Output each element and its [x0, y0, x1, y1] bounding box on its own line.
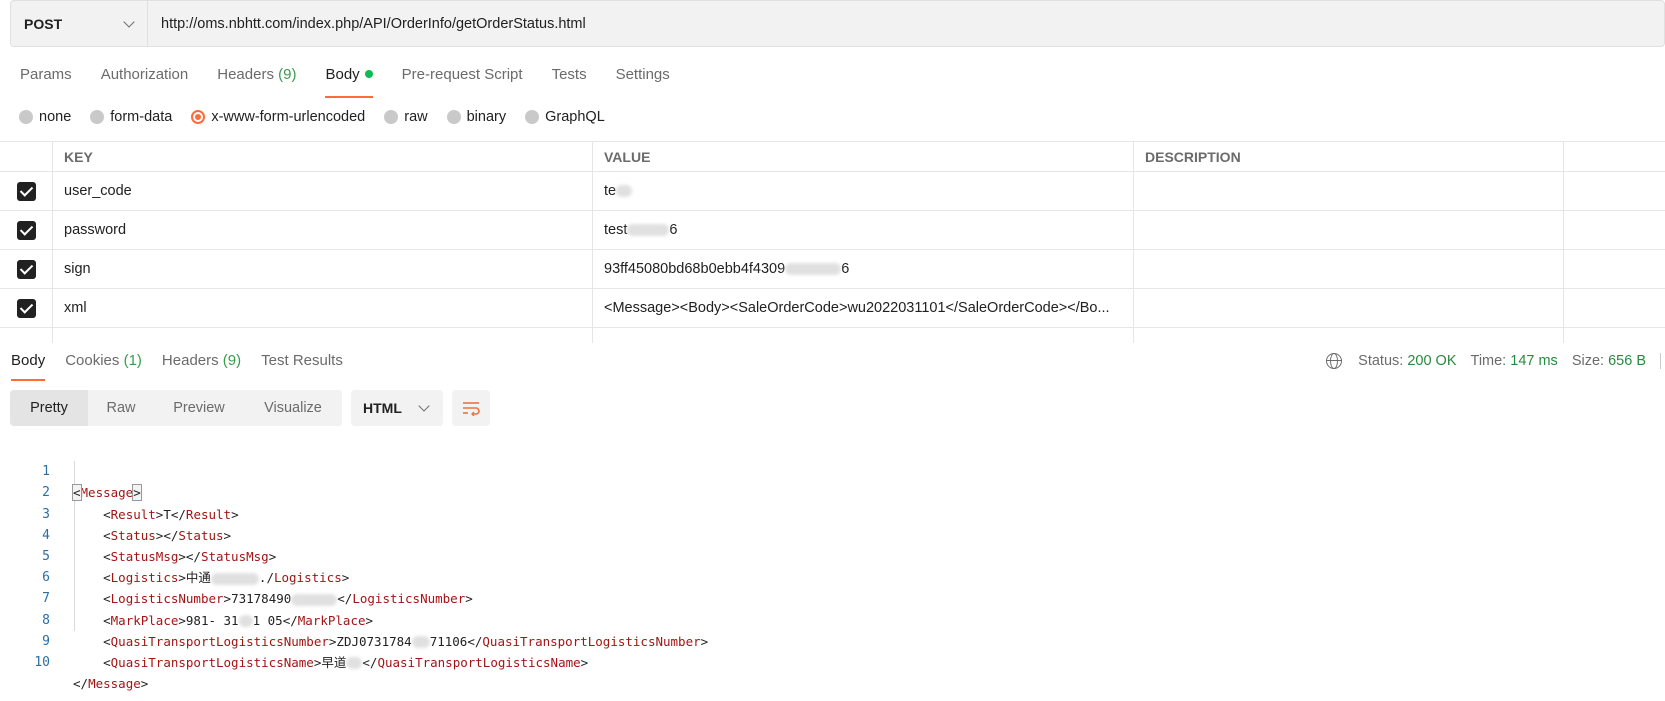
param-key[interactable]: user_code: [53, 172, 593, 210]
radio-binary[interactable]: binary: [446, 109, 506, 125]
line-number: 10: [34, 654, 50, 670]
headers-count: (9): [278, 66, 297, 83]
redaction-blur: [627, 224, 670, 236]
code-line: 4 <StatusMsg></StatusMsg>: [0, 504, 1665, 564]
status-info: Status: 200 OK: [1358, 353, 1457, 369]
radio-circle[interactable]: [525, 110, 540, 124]
view-preview-button[interactable]: Preview: [154, 390, 244, 426]
radio-circle[interactable]: [384, 110, 399, 124]
radio-x-www-form-urlencoded[interactable]: x-www-form-urlencoded: [191, 109, 365, 125]
param-description[interactable]: [1134, 289, 1564, 327]
radio-circle[interactable]: [90, 110, 105, 124]
url-input[interactable]: http://oms.nbhtt.com/index.php/API/Order…: [148, 16, 586, 32]
response-tabs: Body Cookies (1) Headers (9) Test Result…: [11, 352, 363, 381]
table-row: sign 93ff45080bd68b0ebb4f4309 6: [0, 250, 1665, 289]
body-type-options: none form-data x-www-form-urlencoded raw…: [19, 109, 624, 125]
request-tabs: Params Authorization Headers (9) Body Pr…: [20, 66, 699, 98]
param-value[interactable]: 93ff45080bd68b0ebb4f4309 6: [593, 250, 1134, 288]
code-line: 7 <MarkPlace>981- 31 1 05</MarkPlace>: [0, 567, 1665, 627]
wrap-lines-icon: [463, 402, 480, 416]
code-line: 6 <LogisticsNumber>73178490 </LogisticsNu…: [0, 546, 1665, 606]
row-checkbox[interactable]: [16, 220, 36, 240]
row-checkbox[interactable]: [16, 259, 36, 279]
tab-response-body[interactable]: Body: [11, 352, 46, 381]
code-line: 5 <Logistics>中通 ./Logistics>: [0, 525, 1665, 585]
code-line: 2 <Result>T</Result>: [0, 461, 1665, 521]
param-description[interactable]: [1134, 211, 1564, 249]
tab-tests[interactable]: Tests: [552, 66, 587, 96]
row-checkbox[interactable]: [16, 181, 36, 201]
radio-graphql[interactable]: GraphQL: [525, 109, 605, 125]
format-select[interactable]: HTML: [351, 390, 443, 426]
chevron-down-icon: [123, 15, 135, 28]
table-row: xml <Message><Body><SaleOrderCode>wu2022…: [0, 289, 1665, 328]
code-line: 9 <QuasiTransportLogisticsName>早道 </Quasi…: [0, 610, 1665, 670]
column-header-description: DESCRIPTION: [1134, 142, 1564, 171]
param-key[interactable]: xml: [53, 289, 593, 327]
code-line: 3 <Status></Status>: [0, 482, 1665, 543]
param-key[interactable]: password: [53, 211, 593, 249]
param-value[interactable]: test 6: [593, 211, 1134, 249]
code-line: 1 <Message>: [0, 440, 1665, 502]
code-line: 8 <QuasiTransportLogisticsNumber>ZDJ0731…: [0, 588, 1665, 649]
size-info: Size: 656 B: [1571, 353, 1646, 369]
view-mode-switch: Pretty Raw Preview Visualize: [10, 390, 342, 426]
time-info: Time: 147 ms: [1470, 353, 1558, 369]
radio-raw[interactable]: raw: [384, 109, 428, 125]
radio-circle[interactable]: [19, 110, 33, 124]
params-table: KEY VALUE DESCRIPTION user_code te passw…: [0, 141, 1665, 343]
table-row: user_code te: [0, 172, 1665, 211]
redaction-blur: [785, 263, 842, 275]
method-label: POST: [24, 15, 63, 32]
view-raw-button[interactable]: Raw: [88, 390, 154, 426]
radio-form-data[interactable]: form-data: [90, 109, 172, 125]
format-label: HTML: [363, 400, 402, 416]
tab-headers[interactable]: Headers (9): [217, 66, 296, 96]
tab-test-results[interactable]: Test Results: [261, 352, 343, 380]
radio-circle[interactable]: [446, 110, 461, 124]
response-status: Status: 200 OK Time: 147 ms Size: 656 B: [1326, 353, 1665, 369]
tab-body[interactable]: Body: [325, 66, 373, 98]
tab-response-headers[interactable]: Headers (9): [162, 352, 241, 380]
view-visualize-button[interactable]: Visualize: [244, 390, 342, 426]
param-description[interactable]: [1134, 172, 1564, 210]
table-row: password test 6: [0, 211, 1665, 250]
table-header-row: KEY VALUE DESCRIPTION: [0, 142, 1665, 172]
wrap-lines-button[interactable]: [452, 390, 490, 426]
body-indicator-dot: [364, 69, 373, 78]
column-header-key: KEY: [53, 142, 593, 171]
tab-cookies[interactable]: Cookies (1): [65, 352, 142, 380]
param-description[interactable]: [1134, 250, 1564, 288]
tab-authorization[interactable]: Authorization: [101, 66, 189, 96]
param-value[interactable]: <Message><Body><SaleOrderCode>wu20220311…: [593, 289, 1134, 327]
globe-icon[interactable]: [1326, 353, 1343, 369]
view-pretty-button[interactable]: Pretty: [10, 390, 88, 426]
param-key[interactable]: sign: [53, 250, 593, 288]
divider: [1660, 353, 1661, 369]
method-select[interactable]: POST: [11, 1, 148, 46]
radio-circle-selected[interactable]: [191, 110, 206, 124]
tab-pre-request-script[interactable]: Pre-request Script: [402, 66, 523, 96]
radio-none[interactable]: none: [19, 109, 71, 125]
tab-settings[interactable]: Settings: [616, 66, 670, 96]
code-line: 10 </Message>: [0, 631, 1665, 691]
table-row-empty: [0, 328, 1665, 343]
tab-params[interactable]: Params: [20, 66, 72, 96]
redaction-blur: [616, 185, 633, 197]
row-checkbox[interactable]: [16, 298, 36, 318]
url-bar: POST http://oms.nbhtt.com/index.php/API/…: [10, 0, 1665, 47]
param-value[interactable]: te: [593, 172, 1134, 210]
column-header-value: VALUE: [593, 142, 1134, 171]
response-code-viewer[interactable]: 1 <Message> 2 <Result>T</Result> 3 <Stat…: [0, 440, 1665, 691]
chevron-down-icon: [418, 400, 430, 412]
